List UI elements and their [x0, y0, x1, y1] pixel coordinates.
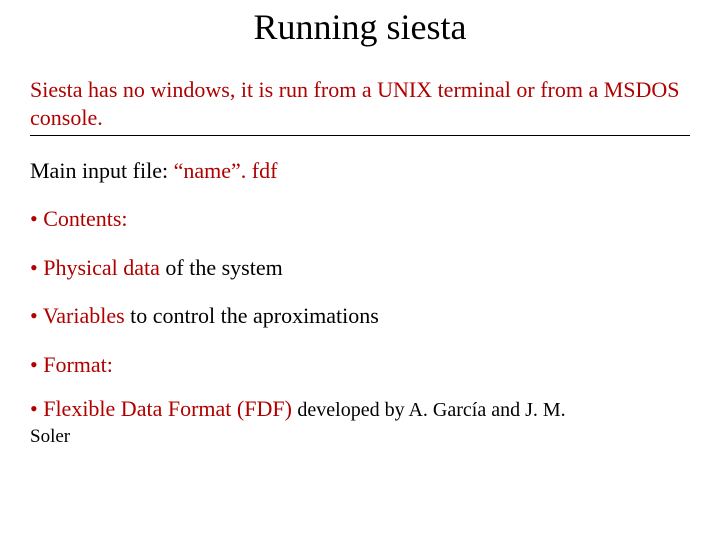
format-line: • Format: [30, 352, 690, 378]
bullet-icon: • [30, 206, 43, 231]
bullet-icon: • [30, 396, 43, 421]
divider [30, 135, 690, 136]
contents-line: • Contents: [30, 206, 690, 232]
bullet-icon: • [30, 352, 43, 377]
main-input-line: Main input file: “name”. fdf [30, 158, 690, 184]
main-input-label: Main input file: [30, 158, 174, 183]
physical-rest: of the system [160, 255, 283, 280]
intro-text: Siesta has no windows, it is run from a … [30, 76, 690, 131]
fdf-line: • Flexible Data Format (FDF) developed b… [30, 396, 690, 449]
fdf-rest2: Soler [30, 426, 70, 447]
variables-red: Variables [43, 303, 130, 328]
physical-red: Physical data [43, 255, 160, 280]
variables-rest: to control the aproximations [130, 303, 379, 328]
bullet-icon: • [30, 255, 43, 280]
fdf-red: Flexible Data Format (FDF) [43, 396, 297, 421]
format-text: Format: [43, 352, 113, 377]
variables-line: • Variables to control the aproximations [30, 303, 690, 329]
fdf-rest1: developed by A. García and J. M. [297, 399, 565, 421]
slide-title: Running siesta [140, 6, 580, 48]
bullet-icon: • [30, 303, 43, 328]
physical-line: • Physical data of the system [30, 255, 690, 281]
main-input-value: “name”. fdf [174, 158, 278, 183]
contents-text: Contents: [43, 206, 127, 231]
